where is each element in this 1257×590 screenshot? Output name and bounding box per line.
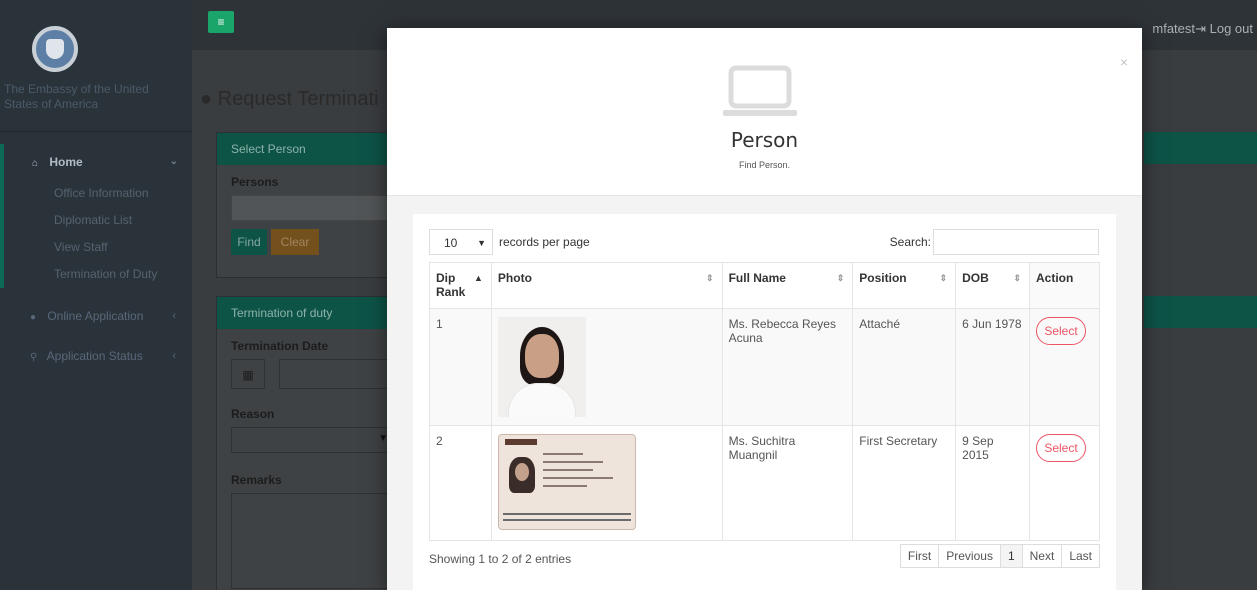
panel-heading: Termination of duty — [217, 297, 395, 329]
chevron-left-icon: ‹ — [172, 350, 176, 362]
termination-date-label: Termination Date — [231, 339, 329, 353]
sign-out-icon: ⇥ — [1195, 21, 1210, 36]
chevron-left-icon: ‹ — [172, 310, 176, 322]
table-info: Showing 1 to 2 of 2 entries — [429, 552, 572, 566]
find-button[interactable]: Find — [231, 229, 267, 255]
remarks-textarea[interactable] — [231, 493, 395, 589]
sidebar-item-application-status[interactable]: ⚲ Application Status ‹ — [0, 336, 192, 376]
embassy-seal-logo — [32, 26, 78, 72]
modal-subtitle: Find Person. — [738, 160, 791, 170]
column-header-dob[interactable]: DOB ⇕ — [955, 262, 1030, 309]
reason-label: Reason — [231, 407, 275, 421]
cell-dip-rank: 1 — [429, 308, 492, 426]
persons-label: Persons — [231, 175, 279, 189]
next-page-button[interactable]: Next — [1021, 544, 1063, 568]
column-header-action: Action — [1029, 262, 1100, 309]
panel-heading-edge — [1144, 132, 1257, 164]
cell-position: Attaché — [852, 308, 957, 426]
panel-heading: Select Person — [217, 133, 395, 165]
person-modal: × Person Find Person. 10 ▼ records per p… — [387, 28, 1142, 590]
sort-icon: ⇕ — [836, 273, 845, 283]
caret-down-icon: ▼ — [477, 238, 486, 248]
table-row: 2 Ms. Suchitra Muangnil First Secretary … — [429, 425, 1100, 541]
sidebar-item-online-application[interactable]: ● Online Application ‹ — [0, 296, 192, 336]
user-icon: ● — [200, 88, 213, 110]
search-icon: ⚲ — [30, 352, 38, 363]
brand: The Embassy of the United States of Amer… — [0, 0, 192, 132]
chevron-down-icon: ⌄ — [169, 156, 178, 167]
brand-text: The Embassy of the United States of Amer… — [4, 82, 149, 111]
person-table: Dip Rank ▲ Photo ⇕ Full Name ⇕ Position ⇕ DO… — [429, 262, 1100, 541]
sort-icon: ⇕ — [1013, 273, 1021, 283]
sidebar-item-home[interactable]: ⌂ Home ⌄ — [4, 144, 192, 180]
sidebar-item-office-information[interactable]: Office Information — [4, 180, 192, 207]
cell-action: Select — [1029, 308, 1100, 426]
cell-full-name: Ms. Suchitra Muangnil — [721, 425, 854, 541]
select-person-panel: Select Person Persons Find Clear — [216, 132, 396, 278]
column-header-full-name[interactable]: Full Name ⇕ — [721, 262, 854, 309]
sidebar-item-diplomatic-list[interactable]: Diplomatic List — [4, 207, 192, 234]
remarks-label: Remarks — [231, 473, 282, 487]
close-icon[interactable]: × — [1120, 54, 1128, 70]
termination-panel: Termination of duty Termination Date ▦ R… — [216, 296, 396, 590]
column-header-photo[interactable]: Photo ⇕ — [490, 262, 723, 309]
records-per-page-select[interactable]: 10 ▼ — [429, 229, 493, 255]
length-control: 10 ▼ records per page — [429, 229, 590, 255]
menu-toggle-button[interactable]: ≡ — [208, 11, 234, 33]
search-control: Search: — [890, 229, 1099, 255]
cell-dip-rank: 2 — [429, 425, 492, 541]
clear-button[interactable]: Clear — [271, 229, 319, 255]
person-table-box: 10 ▼ records per page Search: Dip Rank ▲ … — [413, 214, 1116, 590]
records-per-page-label: records per page — [499, 235, 590, 249]
modal-header: Person Find Person. — [387, 28, 1142, 196]
pagination: First Previous 1 Next Last — [899, 544, 1100, 568]
modal-body: 10 ▼ records per page Search: Dip Rank ▲ … — [387, 196, 1142, 590]
sidebar-item-label: Online Application — [47, 309, 144, 323]
persons-input[interactable] — [231, 195, 395, 221]
sort-icon: ⇕ — [706, 273, 714, 283]
sidebar-item-view-staff[interactable]: View Staff — [4, 234, 192, 261]
home-icon: ⌂ — [32, 158, 39, 169]
sort-icon: ⇕ — [939, 273, 948, 283]
username: mfatest — [1152, 21, 1195, 36]
cell-photo — [490, 308, 723, 426]
sort-asc-icon: ▲ — [473, 273, 483, 283]
select-button[interactable]: Select — [1036, 317, 1086, 345]
logout-link[interactable]: ⇥ Log out — [1195, 21, 1253, 37]
cell-position: First Secretary — [852, 425, 957, 541]
sidebar: The Embassy of the United States of Amer… — [0, 0, 192, 590]
person-photo — [497, 317, 586, 417]
cell-dob: 9 Sep 2015 — [955, 425, 1030, 541]
modal-title: Person — [730, 128, 799, 152]
reason-select[interactable]: ▼ — [231, 427, 395, 453]
laptop-icon — [723, 65, 797, 116]
first-page-button[interactable]: First — [899, 544, 940, 568]
cell-action: Select — [1029, 425, 1100, 541]
search-label: Search: — [889, 235, 931, 249]
calendar-icon[interactable]: ▦ — [231, 359, 265, 389]
cell-photo — [490, 425, 723, 541]
sidebar-nav: ⌂ Home ⌄ Office Information Diplomatic L… — [0, 144, 192, 288]
last-page-button[interactable]: Last — [1061, 544, 1100, 568]
sidebar-item-label: Application Status — [46, 349, 143, 363]
search-input[interactable] — [933, 229, 1099, 255]
passport-photo — [497, 434, 636, 530]
panel-heading-edge — [1144, 296, 1257, 328]
sidebar-item-label: Home — [49, 155, 83, 169]
table-row: 1 Ms. Rebecca Reyes Acuna Attaché 6 Jun … — [429, 308, 1100, 426]
cell-dob: 6 Jun 1978 — [955, 308, 1030, 426]
user-icon: ● — [30, 312, 37, 323]
page-1-button[interactable]: 1 — [999, 544, 1023, 568]
page-title: ● Request Terminati — [200, 88, 379, 110]
termination-date-input[interactable] — [279, 359, 393, 389]
column-header-position[interactable]: Position ⇕ — [852, 262, 957, 309]
column-header-dip-rank[interactable]: Dip Rank ▲ — [429, 262, 492, 309]
select-button[interactable]: Select — [1036, 434, 1086, 462]
sidebar-item-termination-of-duty[interactable]: Termination of Duty — [4, 261, 192, 288]
cell-full-name: Ms. Rebecca Reyes Acuna — [721, 308, 854, 426]
previous-page-button[interactable]: Previous — [938, 544, 1001, 568]
